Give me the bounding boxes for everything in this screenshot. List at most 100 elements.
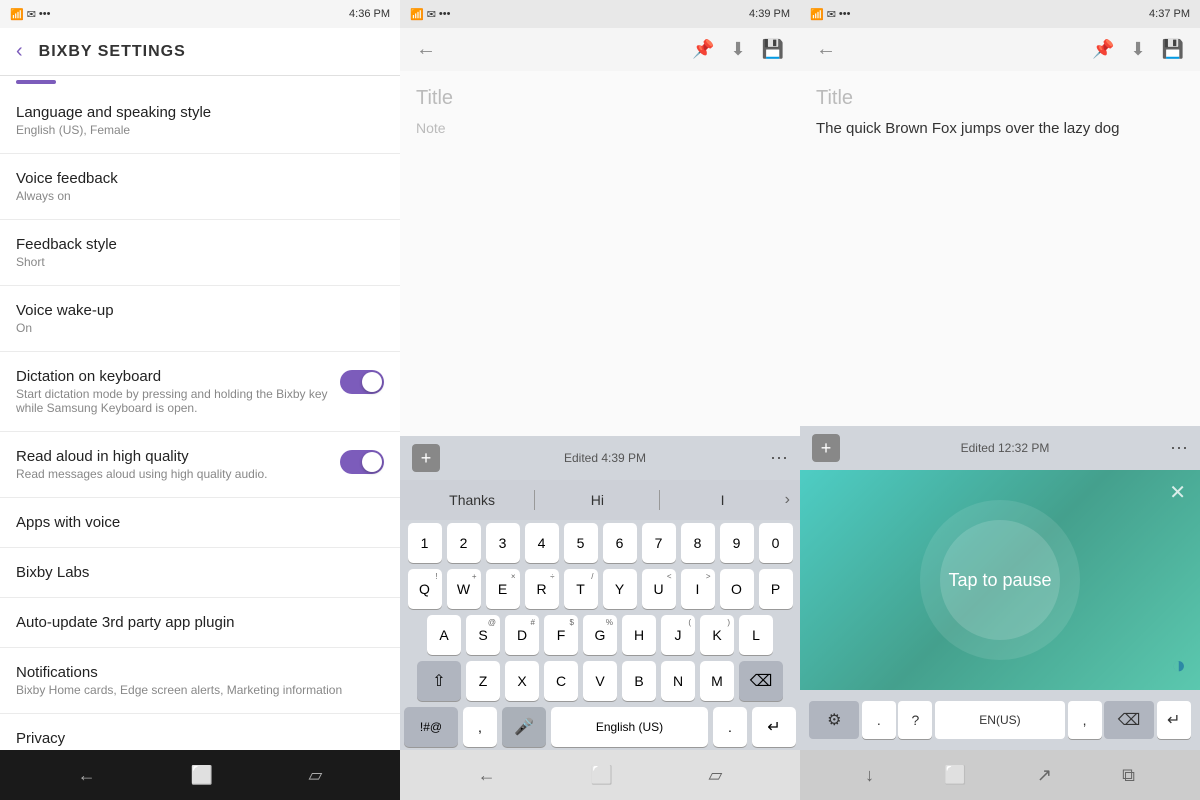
settings-item-bixby-labs[interactable]: Bixby Labs	[0, 548, 400, 598]
key-x[interactable]: X	[505, 661, 539, 701]
key-e[interactable]: E×	[486, 569, 520, 609]
mini-period-key[interactable]: .	[862, 701, 896, 739]
settings-item-apps-voice[interactable]: Apps with voice	[0, 498, 400, 548]
mini-comma-key[interactable]: ,	[1068, 701, 1102, 739]
home-nav-icon-2[interactable]: ⬜	[591, 765, 613, 786]
settings-item-auto-update[interactable]: Auto-update 3rd party app plugin	[0, 598, 400, 648]
key-4[interactable]: 4	[525, 523, 559, 563]
mini-space-key[interactable]: EN(US)	[935, 701, 1065, 739]
note-content-3[interactable]: The quick Brown Fox jumps over the lazy …	[816, 120, 1184, 137]
suggestion-arrow-icon[interactable]: ›	[785, 491, 790, 509]
mail-icon-3: ✉	[827, 8, 836, 21]
note-title-2[interactable]: Title	[416, 87, 784, 110]
key-v[interactable]: V	[583, 661, 617, 701]
key-6[interactable]: 6	[603, 523, 637, 563]
save-icon[interactable]: 💾	[762, 39, 784, 60]
settings-item-notifications[interactable]: Notifications Bixby Home cards, Edge scr…	[0, 648, 400, 714]
mini-enter-key[interactable]: ↵	[1157, 701, 1191, 739]
settings-item-voice-feedback[interactable]: Voice feedback Always on	[0, 154, 400, 220]
settings-item-read-aloud[interactable]: Read aloud in high quality Read messages…	[0, 432, 400, 498]
back-button[interactable]: ‹	[16, 40, 23, 63]
recent-nav-icon-2[interactable]: ▱	[709, 765, 723, 786]
key-y[interactable]: Y	[603, 569, 637, 609]
voice-tap-label[interactable]: Tap to pause	[948, 570, 1051, 591]
settings-item-dictation-subtitle: Start dictation mode by pressing and hol…	[16, 387, 330, 415]
back-nav-icon-3[interactable]: ↓	[865, 765, 874, 786]
mini-delete-key[interactable]: ⌫	[1104, 701, 1154, 739]
key-i[interactable]: I>	[681, 569, 715, 609]
key-q[interactable]: Q!	[408, 569, 442, 609]
note-back-button[interactable]: ←	[416, 38, 436, 61]
key-f[interactable]: F$	[544, 615, 578, 655]
mini-question-key[interactable]: ?	[898, 701, 932, 739]
key-h[interactable]: H	[622, 615, 656, 655]
key-c[interactable]: C	[544, 661, 578, 701]
key-s[interactable]: S@	[466, 615, 500, 655]
key-mic[interactable]: 🎤	[502, 707, 546, 747]
mini-gear-key[interactable]: ⚙	[809, 701, 859, 739]
key-1[interactable]: 1	[408, 523, 442, 563]
key-a[interactable]: A	[427, 615, 461, 655]
dictation-toggle[interactable]	[340, 370, 384, 394]
suggestion-i[interactable]: I	[660, 488, 784, 512]
key-7[interactable]: 7	[642, 523, 676, 563]
suggestion-thanks[interactable]: Thanks	[410, 488, 534, 512]
key-symbols[interactable]: !#@	[404, 707, 458, 747]
key-2[interactable]: 2	[447, 523, 481, 563]
key-comma[interactable]: ,	[463, 707, 497, 747]
note-title-3[interactable]: Title	[816, 87, 1184, 110]
toolbar-add-button-3[interactable]: +	[812, 434, 840, 462]
key-m[interactable]: M	[700, 661, 734, 701]
key-5[interactable]: 5	[564, 523, 598, 563]
key-period[interactable]: .	[713, 707, 747, 747]
back-nav-icon[interactable]: ←	[78, 765, 96, 786]
home-nav-icon[interactable]: ⬜	[191, 765, 213, 786]
settings-item-privacy[interactable]: Privacy	[0, 714, 400, 750]
save-icon-3[interactable]: 💾	[1162, 39, 1184, 60]
extra-nav-icon-3[interactable]: ⧉	[1122, 765, 1135, 786]
key-k[interactable]: K)	[700, 615, 734, 655]
key-p[interactable]: P	[759, 569, 793, 609]
key-r[interactable]: R÷	[525, 569, 559, 609]
key-z[interactable]: Z	[466, 661, 500, 701]
key-3[interactable]: 3	[486, 523, 520, 563]
recent-nav-icon-3[interactable]: ↗	[1037, 765, 1052, 786]
key-t[interactable]: T/	[564, 569, 598, 609]
key-j[interactable]: J(	[661, 615, 695, 655]
key-g[interactable]: G%	[583, 615, 617, 655]
settings-item-language[interactable]: Language and speaking style English (US)…	[0, 88, 400, 154]
key-u[interactable]: U<	[642, 569, 676, 609]
note-content-2[interactable]: Note	[416, 120, 784, 136]
key-8[interactable]: 8	[681, 523, 715, 563]
read-aloud-toggle[interactable]	[340, 450, 384, 474]
settings-item-feedback-style[interactable]: Feedback style Short	[0, 220, 400, 286]
key-enter[interactable]: ↵	[752, 707, 796, 747]
toolbar-more-icon-3[interactable]: ⋯	[1170, 438, 1188, 459]
key-shift[interactable]: ⇧	[417, 661, 461, 701]
key-delete[interactable]: ⌫	[739, 661, 783, 701]
key-9[interactable]: 9	[720, 523, 754, 563]
pin-icon[interactable]: 📌	[692, 39, 714, 60]
key-n[interactable]: N	[661, 661, 695, 701]
voice-close-button[interactable]: ✕	[1169, 480, 1186, 505]
suggestion-hi[interactable]: Hi	[535, 488, 659, 512]
toolbar-add-button[interactable]: +	[412, 444, 440, 472]
key-b[interactable]: B	[622, 661, 656, 701]
toolbar-more-icon[interactable]: ⋯	[770, 448, 788, 469]
key-l[interactable]: L	[739, 615, 773, 655]
move-icon-3[interactable]: ⬇	[1130, 39, 1145, 60]
home-nav-icon-3[interactable]: ⬜	[944, 765, 966, 786]
settings-item-voice-wakeup[interactable]: Voice wake-up On	[0, 286, 400, 352]
note-back-button-3[interactable]: ←	[816, 38, 836, 61]
move-icon[interactable]: ⬇	[730, 39, 745, 60]
key-w[interactable]: W+	[447, 569, 481, 609]
back-nav-icon-2[interactable]: ←	[478, 765, 496, 786]
pin-icon-3[interactable]: 📌	[1092, 39, 1114, 60]
key-space[interactable]: English (US)	[551, 707, 708, 747]
key-0[interactable]: 0	[759, 523, 793, 563]
key-o[interactable]: O	[720, 569, 754, 609]
key-d[interactable]: D#	[505, 615, 539, 655]
settings-item-dictation[interactable]: Dictation on keyboard Start dictation mo…	[0, 352, 400, 432]
voice-overlay[interactable]: ✕ Tap to pause ◑	[800, 470, 1200, 690]
recent-nav-icon[interactable]: ▱	[309, 765, 323, 786]
